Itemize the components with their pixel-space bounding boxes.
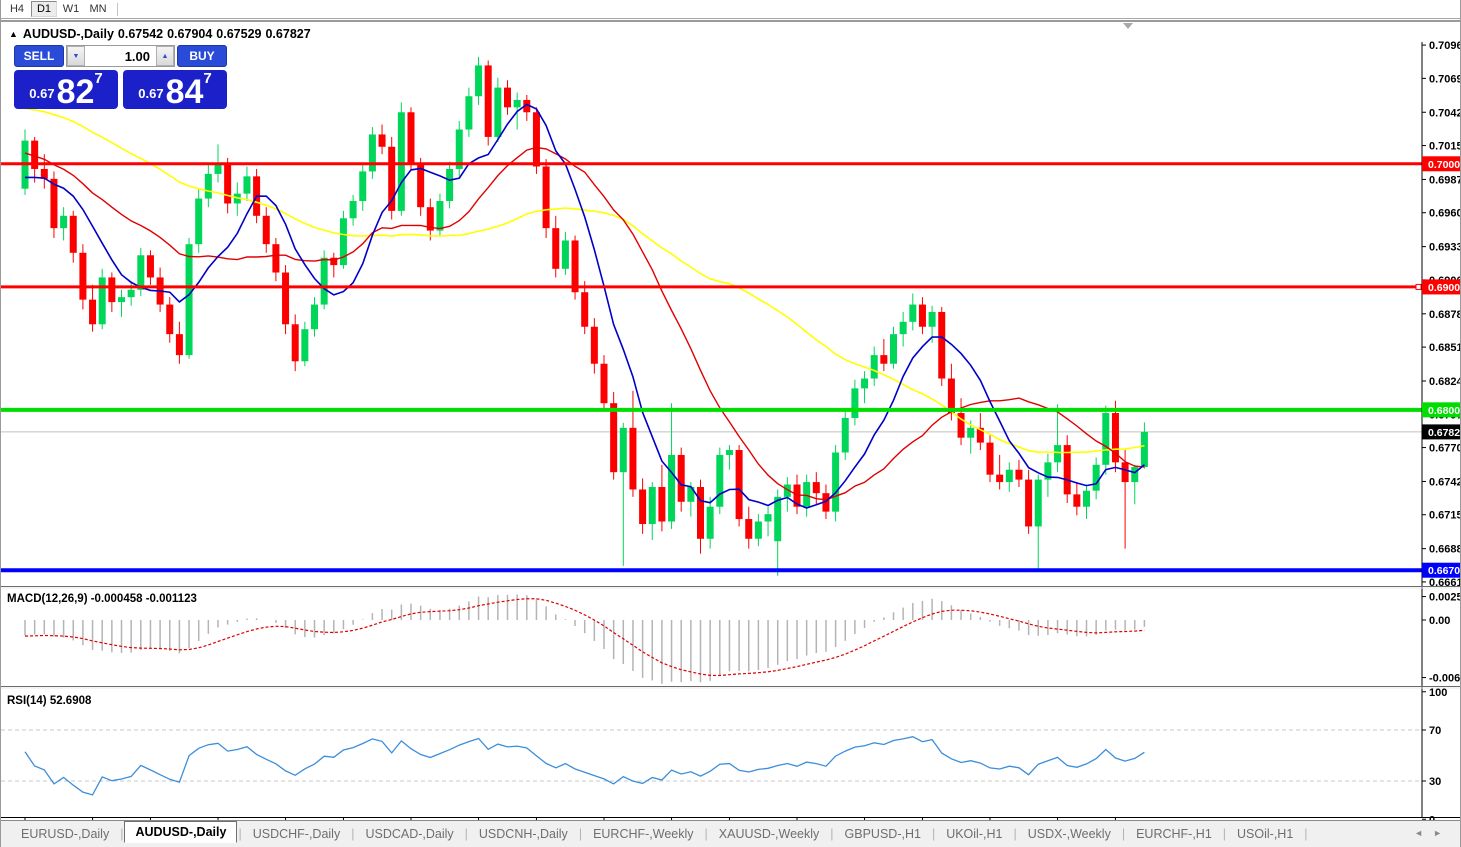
tab-separator: | <box>464 827 468 841</box>
chevron-up-icon: ▲ <box>161 52 169 60</box>
chart-title: ▲ AUDUSD-,Daily 0.67542 0.67904 0.67529 0.678… <box>9 27 315 41</box>
tab-scroll-left-button[interactable]: ◄ <box>1414 828 1433 838</box>
tab-separator: | <box>1222 827 1227 841</box>
tab-separator: | <box>1013 827 1017 841</box>
tab-scroll-right-button[interactable]: ► <box>1433 828 1452 838</box>
svg-text:0.67827: 0.67827 <box>1428 427 1461 439</box>
ohlc-open: 0.67542 <box>117 27 164 41</box>
svg-text:0.69330: 0.69330 <box>1429 242 1461 254</box>
tab-separator: | <box>238 827 242 841</box>
chart-tab-xauusd-weekly[interactable]: XAUUSD-,Weekly <box>709 825 829 843</box>
svg-text:0.68006: 0.68006 <box>1428 405 1461 417</box>
svg-text:0.66610: 0.66610 <box>1429 577 1461 589</box>
buy-price-big: 84 <box>165 73 204 111</box>
volume-stepper: ▼ 1.00 ▲ <box>66 45 175 67</box>
ohlc-close: 0.67827 <box>265 27 311 41</box>
tab-scroll-buttons: ◄► <box>1414 828 1452 838</box>
svg-text:0.70420: 0.70420 <box>1429 107 1461 119</box>
svg-text:0.68515: 0.68515 <box>1429 342 1461 354</box>
svg-text:0.002574: 0.002574 <box>1429 592 1461 604</box>
one-click-trade-panel: SELL ▼ 1.00 ▲ BUY 0.67 82 7 0.67 84 7 <box>14 45 227 109</box>
ohlc-high: 0.67904 <box>167 27 213 41</box>
volume-input[interactable]: 1.00 <box>85 46 156 66</box>
svg-text:0.67700: 0.67700 <box>1429 443 1461 455</box>
buy-price-pip: 7 <box>203 70 212 87</box>
tab-separator: | <box>1304 827 1308 841</box>
chart-tab-usoil-h1[interactable]: USOil-,H1 <box>1227 825 1303 843</box>
chart-collapse-arrow-icon[interactable]: ▲ <box>9 29 18 39</box>
timeframe-button-mn[interactable]: MN <box>85 1 111 17</box>
chart-tab-bar: EURUSD-,Daily | AUDUSD-,Daily | USDCHF-,Dail… <box>1 820 1460 847</box>
volume-increase-button[interactable]: ▲ <box>156 46 174 66</box>
tab-separator: | <box>1121 827 1126 841</box>
svg-text:0.66880: 0.66880 <box>1429 544 1461 556</box>
chart-tab-audusd-daily[interactable]: AUDUSD-,Daily <box>124 821 238 843</box>
timeframe-button-h4[interactable]: H4 <box>4 1 30 17</box>
tab-separator: | <box>351 827 355 841</box>
buy-price-prefix: 0.67 <box>138 86 164 101</box>
tab-separator: | <box>120 827 124 841</box>
volume-decrease-button[interactable]: ▼ <box>67 46 85 66</box>
chart-tab-eurchf-h1[interactable]: EURCHF-,H1 <box>1126 825 1222 843</box>
sell-price-display[interactable]: 0.67 82 7 <box>14 70 118 109</box>
price-axis[interactable]: 0.70965 0.70695 0.70420 0.70150 0.69875 0.696… <box>1421 20 1461 820</box>
chart-tab-usdcnh-daily[interactable]: USDCNH-,Daily <box>469 825 578 843</box>
chart-tab-eurchf-weekly[interactable]: EURCHF-,Weekly <box>583 825 703 843</box>
rsi-label: RSI(14) 52.6908 <box>7 695 92 707</box>
svg-text:0.69003: 0.69003 <box>1428 282 1461 294</box>
chart-tab-gbpusd-h1[interactable]: GBPUSD-,H1 <box>835 825 931 843</box>
chart-tab-usdchf-daily[interactable]: USDCHF-,Daily <box>243 825 351 843</box>
tab-separator: | <box>830 827 834 841</box>
timeframe-toolbar: H4 D1 W1 MN <box>1 0 1460 19</box>
svg-text:0.69875: 0.69875 <box>1429 174 1461 186</box>
svg-text:0.67425: 0.67425 <box>1429 476 1461 488</box>
sell-button[interactable]: SELL <box>14 45 64 67</box>
svg-text:0.66705: 0.66705 <box>1428 565 1461 577</box>
svg-text:0.67155: 0.67155 <box>1429 510 1461 522</box>
chart-window-top-border <box>1 20 1460 22</box>
trading-terminal: H4D1W1MN 0.70965 0.70695 0.70420 0.70150 0.6… <box>0 0 1461 847</box>
svg-text:0.68785: 0.68785 <box>1429 309 1461 321</box>
svg-text:0.00: 0.00 <box>1429 615 1450 627</box>
sell-price-pip: 7 <box>94 70 103 87</box>
sell-price-big: 82 <box>56 73 95 111</box>
chart-tab-eurusd-daily[interactable]: EURUSD-,Daily <box>11 825 119 843</box>
svg-text:70: 70 <box>1429 725 1441 737</box>
tab-separator: | <box>931 827 936 841</box>
buy-price-display[interactable]: 0.67 84 7 <box>123 70 227 109</box>
ohlc-low: 0.67529 <box>216 27 262 41</box>
svg-text:100: 100 <box>1429 687 1447 699</box>
timeframe-button-d1[interactable]: D1 <box>31 1 57 17</box>
svg-text:0.69605: 0.69605 <box>1429 208 1461 220</box>
price-chart[interactable]: 0.70965 0.70695 0.70420 0.70150 0.69875 0.696… <box>1 20 1461 820</box>
svg-text:30: 30 <box>1429 776 1441 788</box>
chart-tab-usdcad-daily[interactable]: USDCAD-,Daily <box>355 825 463 843</box>
toolbar-divider <box>117 2 118 16</box>
buy-button[interactable]: BUY <box>177 45 227 67</box>
svg-text:0.70150: 0.70150 <box>1429 141 1461 153</box>
tab-separator: | <box>704 827 708 841</box>
sell-price-prefix: 0.67 <box>29 86 55 101</box>
svg-text:0.68240: 0.68240 <box>1429 376 1461 388</box>
chart-window: 0.70965 0.70695 0.70420 0.70150 0.69875 0.696… <box>1 20 1461 820</box>
svg-text:0.70002: 0.70002 <box>1428 159 1461 171</box>
chart-tab-ukoil-h1[interactable]: UKOil-,H1 <box>936 825 1012 843</box>
tab-separator: | <box>578 827 583 841</box>
line-handle[interactable] <box>1415 283 1422 290</box>
svg-text:0.70695: 0.70695 <box>1429 73 1461 85</box>
chevron-down-icon: ▼ <box>72 52 80 60</box>
chart-tab-usdx-weekly[interactable]: USDX-,Weekly <box>1018 825 1121 843</box>
chart-symbol-label: AUDUSD-,Daily <box>22 27 114 41</box>
timeframe-button-w1[interactable]: W1 <box>58 1 84 17</box>
svg-text:-0.006326: -0.006326 <box>1429 673 1461 685</box>
macd-label: MACD(12,26,9) -0.000458 -0.001123 <box>7 593 197 605</box>
svg-text:0.70965: 0.70965 <box>1429 40 1461 52</box>
